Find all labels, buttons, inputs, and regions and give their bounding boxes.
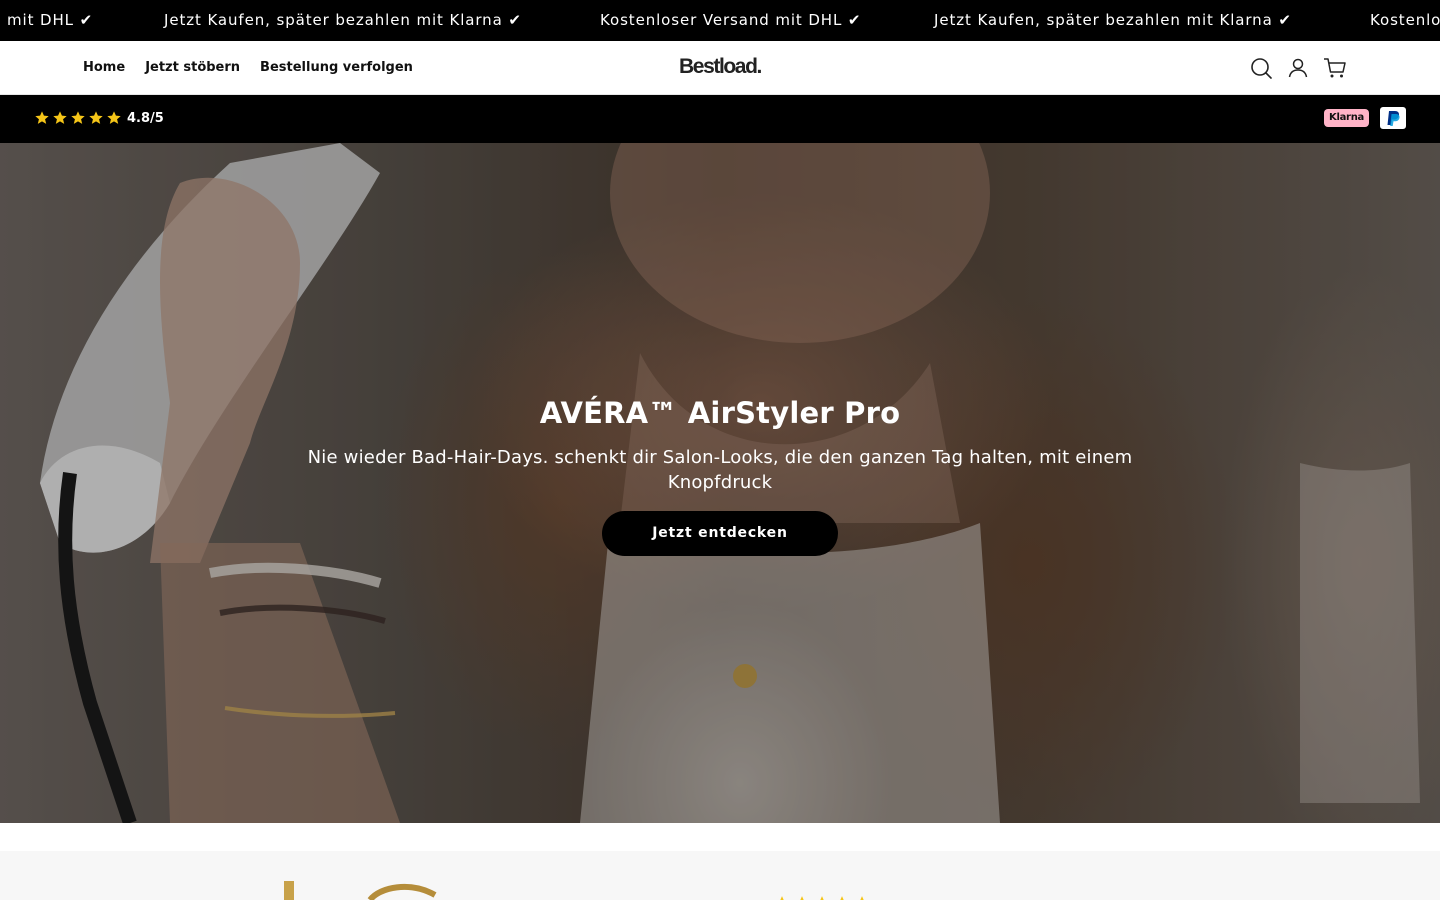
klarna-badge: Klarna: [1324, 109, 1369, 127]
product-rating-stars: [775, 895, 869, 900]
star-icon: [35, 111, 49, 124]
nav-browse-link[interactable]: Jetzt stöbern: [145, 59, 240, 76]
hero-banner: AVÉRA™ AirStyler Pro Nie wieder Bad-Hair…: [0, 143, 1440, 823]
hero-cta-button[interactable]: Jetzt entdecken: [602, 511, 838, 556]
rating-stars: [34, 110, 122, 126]
announcement-item: Jetzt Kaufen, später bezahlen mit Klarna…: [934, 11, 1292, 29]
star-icon: [53, 111, 67, 124]
star-icon: [89, 111, 103, 124]
paypal-icon: [1380, 107, 1406, 129]
star-icon: [71, 111, 85, 124]
star-icon: [107, 111, 121, 124]
site-header: Home Jetzt stöbern Bestellung verfolgen …: [0, 41, 1440, 95]
hero-title: AVÉRA™ AirStyler Pro: [539, 396, 901, 430]
main-nav: Home Jetzt stöbern Bestellung verfolgen: [83, 59, 413, 76]
announcement-item: Kostenloser Versand mit DHL ✔: [600, 11, 862, 29]
star-icon: [779, 896, 785, 900]
announcement-bar: mit DHL ✔ Jetzt Kaufen, später bezahlen …: [0, 0, 1440, 41]
star-icon: [799, 896, 805, 900]
trust-bar: 4.8/5: [0, 95, 1440, 143]
rating-value: 4.8/5: [127, 111, 164, 126]
product-image-preview: [284, 881, 437, 900]
star-icon: [819, 896, 825, 900]
star-icon: [859, 896, 865, 900]
announcement-item: mit DHL ✔: [7, 11, 94, 29]
announcement-item: Kostenlo: [1370, 11, 1440, 29]
product-section-preview: [0, 851, 1440, 900]
site-logo[interactable]: Bestload.: [679, 55, 762, 78]
nav-home-link[interactable]: Home: [83, 59, 125, 76]
star-icon: [839, 896, 845, 900]
search-icon[interactable]: [1248, 55, 1274, 81]
announcement-item: Jetzt Kaufen, später bezahlen mit Klarna…: [164, 11, 522, 29]
cart-icon[interactable]: [1322, 55, 1348, 81]
nav-track-order-link[interactable]: Bestellung verfolgen: [260, 59, 413, 76]
hero-subtitle: Nie wieder Bad-Hair-Days. schenkt dir Sa…: [307, 447, 1133, 493]
account-icon[interactable]: [1285, 55, 1311, 81]
